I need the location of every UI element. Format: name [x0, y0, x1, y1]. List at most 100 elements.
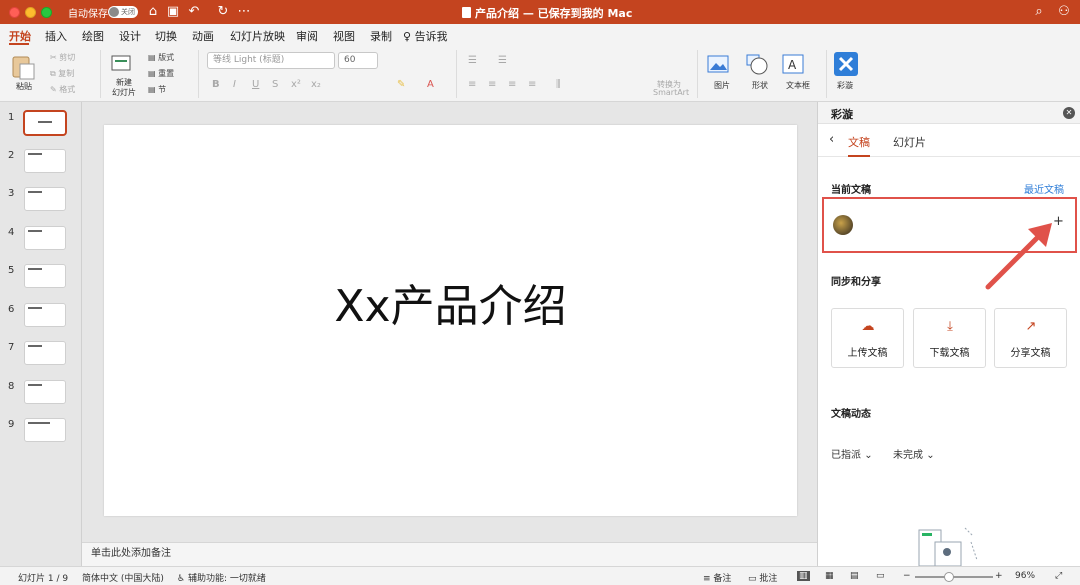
slide-thumbnail-3[interactable]: [24, 187, 66, 211]
ribbon-divider: [100, 50, 101, 98]
slide-thumbnails-panel: 1 2 3 4 5 6 7 8 9: [0, 102, 82, 566]
italic-button[interactable]: I: [233, 79, 236, 90]
textbox-icon[interactable]: A: [782, 54, 804, 74]
autosave-toggle[interactable]: 关闭: [108, 6, 138, 18]
cut-label: 剪切: [59, 53, 76, 62]
tab-home[interactable]: 开始: [9, 28, 31, 44]
tab-record[interactable]: 录制: [370, 28, 392, 44]
minimize-window-button[interactable]: [25, 7, 36, 18]
zoom-window-button[interactable]: [41, 7, 52, 18]
picture-icon[interactable]: [707, 55, 729, 73]
tab-insert[interactable]: 插入: [45, 28, 67, 44]
bold-button[interactable]: B: [212, 79, 220, 90]
new-slide-icon[interactable]: [110, 52, 134, 74]
slide-sorter-icon[interactable]: ▦: [825, 571, 834, 581]
tab-draw[interactable]: 绘图: [82, 28, 104, 44]
save-icon[interactable]: ▣: [165, 3, 181, 20]
assigned-filter[interactable]: 已指派 ⌄: [831, 446, 873, 461]
chevron-down-icon: ⌄: [926, 450, 935, 461]
superscript-button[interactable]: x²: [291, 79, 301, 90]
tab-tell-me[interactable]: ♀ 告诉我: [403, 28, 448, 44]
paste-label: 粘贴: [16, 82, 32, 91]
assigned-filter-label: 已指派: [831, 450, 861, 461]
tab-review[interactable]: 审阅: [296, 28, 318, 44]
ribbon-divider: [697, 50, 698, 98]
slide-thumbnail-7[interactable]: [24, 341, 66, 365]
current-slide[interactable]: Xx产品介绍: [104, 125, 797, 516]
zoom-in-icon[interactable]: +: [995, 571, 1003, 581]
normal-view-icon[interactable]: ▥: [797, 571, 810, 581]
share-person-icon[interactable]: ⚇: [1056, 3, 1072, 20]
pane-tab-slides[interactable]: 幻灯片: [893, 134, 926, 150]
slide-title[interactable]: Xx产品介绍: [104, 270, 797, 334]
language-indicator[interactable]: 简体中文 (中国大陆): [82, 571, 164, 584]
slide-thumbnail-4[interactable]: [24, 226, 66, 250]
zoom-out-icon[interactable]: −: [903, 571, 911, 581]
chevron-left-icon[interactable]: ‹: [829, 132, 834, 147]
font-name-select[interactable]: 等线 Light (标题): [207, 52, 335, 69]
font-size-select[interactable]: 60: [338, 52, 378, 69]
download-draft-card[interactable]: ⤓ 下载文稿: [913, 308, 986, 368]
section-button[interactable]: ▤ 节: [148, 84, 166, 95]
incomplete-filter[interactable]: 未完成 ⌄: [893, 446, 935, 461]
tab-transitions[interactable]: 切换: [155, 28, 177, 44]
accessibility-status[interactable]: ♿ 辅助功能: 一切就绪: [177, 571, 266, 584]
justify-icon[interactable]: ≡: [528, 79, 536, 90]
cut-button[interactable]: ✂ 剪切: [50, 52, 75, 63]
reading-view-icon[interactable]: ▤: [850, 571, 859, 581]
avatar[interactable]: [833, 215, 853, 235]
close-window-button[interactable]: [9, 7, 20, 18]
search-icon[interactable]: ⌕: [1031, 3, 1047, 20]
pane-tab-drafts[interactable]: 文稿: [848, 134, 870, 150]
fit-to-window-icon[interactable]: ⤢: [1055, 571, 1062, 581]
caiyun-icon[interactable]: [834, 52, 858, 76]
tab-slideshow[interactable]: 幻灯片放映: [230, 28, 285, 44]
notes-area[interactable]: 单击此处添加备注: [82, 542, 817, 566]
shape-icon[interactable]: [745, 53, 769, 75]
zoom-slider-handle[interactable]: [944, 572, 954, 582]
slideshow-icon[interactable]: ▭: [876, 571, 885, 581]
underline-button[interactable]: U: [252, 79, 259, 90]
format-painter-button[interactable]: ✎ 格式: [50, 84, 75, 95]
paste-icon[interactable]: [10, 54, 36, 80]
slide-thumbnail-8[interactable]: [24, 380, 66, 404]
home-icon[interactable]: ⌂: [145, 3, 161, 20]
zoom-level[interactable]: 96%: [1015, 571, 1035, 581]
copy-button[interactable]: ⧉ 复制: [50, 68, 74, 79]
reset-label: 重置: [158, 69, 175, 78]
bullets-icon[interactable]: ☰: [468, 55, 477, 66]
highlight-icon[interactable]: ✎: [397, 79, 405, 90]
slide-thumbnail-9[interactable]: [24, 418, 66, 442]
tab-design[interactable]: 设计: [119, 28, 141, 44]
strikethrough-button[interactable]: S: [272, 79, 278, 90]
notes-icon: ≡: [703, 574, 711, 584]
tab-view[interactable]: 视图: [333, 28, 355, 44]
caiyun-pane: 彩漩 ✕ ‹ 文稿 幻灯片 当前文稿 最近文稿 + 同步和分享 ☁ 上传文稿 ⤓…: [817, 102, 1080, 566]
font-color-icon[interactable]: A: [427, 79, 434, 90]
section-label: 节: [158, 85, 167, 94]
slide-thumbnail-2[interactable]: [24, 149, 66, 173]
layout-button[interactable]: ▤ 版式: [148, 52, 174, 63]
numbering-icon[interactable]: ☰: [498, 55, 507, 66]
slide-thumbnail-6[interactable]: [24, 303, 66, 327]
close-icon[interactable]: ✕: [1063, 107, 1075, 119]
notes-toggle[interactable]: ≡ 备注: [703, 571, 731, 584]
zoom-slider[interactable]: [915, 576, 993, 578]
align-left-icon[interactable]: ≡: [468, 79, 476, 90]
slide-thumbnail-1[interactable]: [23, 110, 67, 136]
tab-animations[interactable]: 动画: [192, 28, 214, 44]
subscript-button[interactable]: x₂: [311, 79, 321, 90]
recent-drafts-link[interactable]: 最近文稿: [1024, 181, 1064, 196]
share-draft-card[interactable]: ↗ 分享文稿: [994, 308, 1067, 368]
more-icon[interactable]: ⋯: [236, 3, 252, 20]
redo-icon[interactable]: ↻: [215, 3, 231, 20]
thumbnail-number: 6: [8, 304, 15, 315]
columns-icon[interactable]: ⫼: [556, 79, 561, 90]
undo-icon[interactable]: ↶: [186, 3, 202, 20]
align-right-icon[interactable]: ≡: [508, 79, 516, 90]
comments-toggle[interactable]: ▭ 批注: [748, 571, 777, 584]
reset-button[interactable]: ▤ 重置: [148, 68, 174, 79]
slide-thumbnail-5[interactable]: [24, 264, 66, 288]
upload-draft-card[interactable]: ☁ 上传文稿: [831, 308, 904, 368]
align-center-icon[interactable]: ≡: [488, 79, 496, 90]
